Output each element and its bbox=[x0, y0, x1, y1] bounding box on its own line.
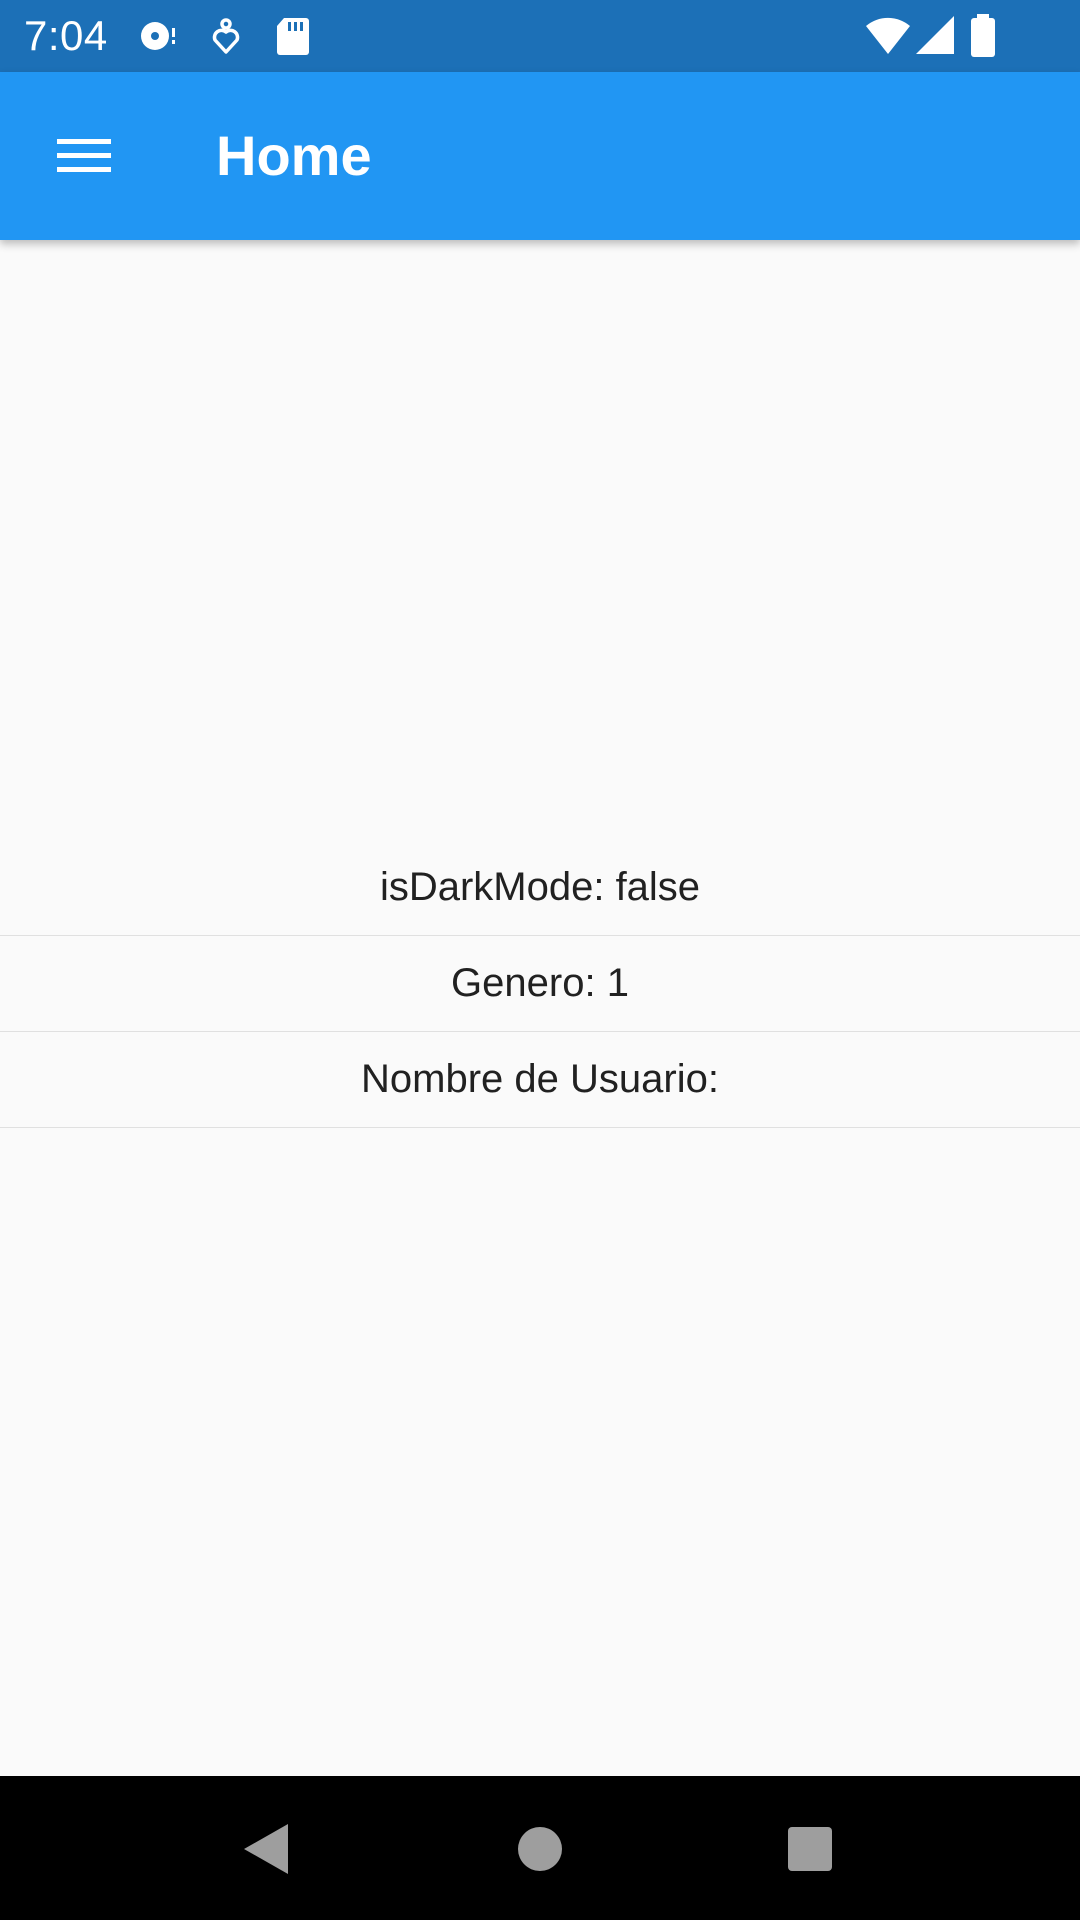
hamburger-menu-icon bbox=[57, 139, 111, 172]
home-screen: 7:04 Home isDarkMode: false Genero: 1 No… bbox=[0, 0, 1080, 1920]
recents-icon bbox=[788, 1827, 832, 1871]
dark-mode-label: isDarkMode: false bbox=[379, 865, 701, 909]
wifi-icon bbox=[864, 14, 912, 58]
status-time: 7:04 bbox=[24, 12, 108, 59]
back-icon bbox=[244, 1824, 288, 1874]
app-bar: Home bbox=[0, 72, 1080, 240]
menu-button[interactable] bbox=[36, 112, 132, 200]
list-item-dark-mode: isDarkMode: false bbox=[0, 840, 1080, 936]
navigation-bar bbox=[0, 1776, 1080, 1920]
battery-icon bbox=[968, 14, 998, 58]
main-content: isDarkMode: false Genero: 1 Nombre de Us… bbox=[0, 240, 1080, 1776]
username-label: Nombre de Usuario: bbox=[361, 1057, 719, 1101]
location-pin-icon bbox=[204, 14, 248, 58]
home-button[interactable] bbox=[496, 1804, 584, 1892]
status-bar: 7:04 bbox=[0, 0, 1080, 72]
genero-label: Genero: 1 bbox=[451, 961, 629, 1005]
page-title: Home bbox=[216, 124, 372, 187]
sd-card-icon bbox=[270, 14, 314, 58]
info-list: isDarkMode: false Genero: 1 Nombre de Us… bbox=[0, 840, 1080, 1128]
back-button[interactable] bbox=[224, 1804, 312, 1892]
recents-button[interactable] bbox=[766, 1804, 854, 1892]
list-item-username: Nombre de Usuario: bbox=[0, 1032, 1080, 1128]
list-item-genero: Genero: 1 bbox=[0, 936, 1080, 1032]
media-disc-icon bbox=[136, 14, 180, 58]
cell-signal-icon bbox=[914, 14, 958, 58]
home-icon bbox=[518, 1827, 562, 1871]
